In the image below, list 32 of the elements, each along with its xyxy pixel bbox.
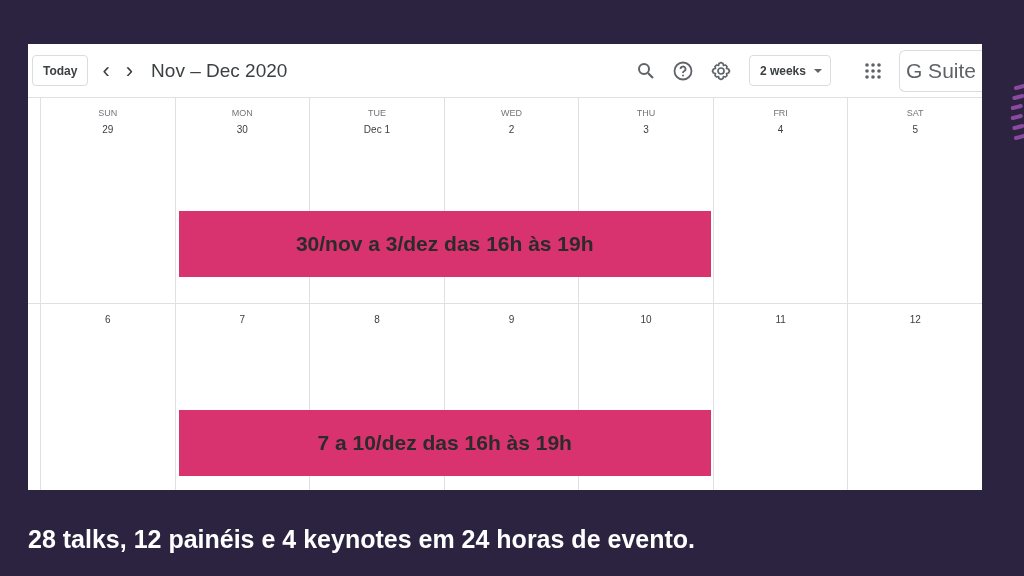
- weekday-label: FRI: [773, 108, 788, 118]
- weekday-label: WED: [501, 108, 522, 118]
- date-number[interactable]: 30: [236, 124, 248, 135]
- today-button[interactable]: Today: [32, 55, 89, 86]
- slide-caption: 28 talks, 12 painéis e 4 keynotes em 24 horas de evento.: [28, 525, 696, 554]
- date-range-title: Nov – Dec 2020: [151, 59, 289, 82]
- date-number[interactable]: 11: [775, 314, 786, 325]
- help-icon[interactable]: [672, 60, 693, 81]
- date-number[interactable]: 7: [239, 314, 246, 325]
- date-number[interactable]: 3: [643, 124, 649, 135]
- weekday-label: THU: [636, 108, 656, 118]
- date-number[interactable]: Dec 1: [363, 124, 390, 135]
- weekday-label: SUN: [98, 108, 118, 118]
- view-dropdown[interactable]: 2 weeks: [748, 55, 831, 86]
- weekday-label: MON: [231, 108, 253, 118]
- settings-icon[interactable]: [710, 60, 731, 81]
- brand-logo[interactable]: G Suite: [898, 49, 982, 92]
- date-number[interactable]: 5: [912, 124, 918, 135]
- weekday-label: TUE: [367, 108, 386, 118]
- date-number[interactable]: 8: [374, 314, 380, 325]
- date-number[interactable]: 9: [508, 314, 515, 325]
- date-number[interactable]: 29: [102, 124, 114, 135]
- date-number[interactable]: 6: [105, 314, 111, 325]
- search-icon[interactable]: [636, 61, 655, 80]
- date-number[interactable]: 4: [777, 124, 784, 135]
- date-number[interactable]: 12: [909, 314, 921, 325]
- weekday-label: SAT: [906, 108, 924, 118]
- date-number[interactable]: 10: [640, 314, 652, 325]
- date-number[interactable]: 2: [508, 124, 515, 135]
- stripe-arc-drawing: [1010, 82, 1024, 140]
- apps-grid-icon[interactable]: [864, 62, 881, 79]
- caret-icon: [813, 68, 822, 73]
